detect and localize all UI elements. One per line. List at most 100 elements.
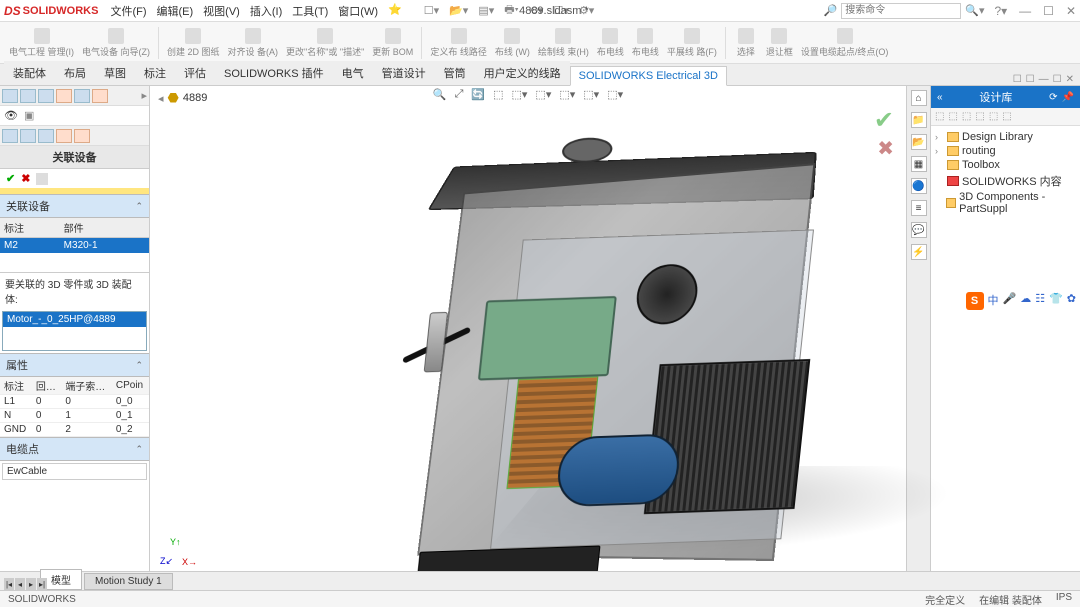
appearance-icon[interactable]: ⬚▾ bbox=[581, 88, 601, 101]
tab-sketch[interactable]: 草图 bbox=[95, 61, 135, 85]
ribbon-update-bom[interactable]: 更新 BOM bbox=[369, 28, 416, 58]
design-lib-collapse-icon[interactable]: « bbox=[937, 92, 943, 103]
scene-icon[interactable]: ⬚▾ bbox=[605, 88, 625, 101]
menu-insert[interactable]: 插入(I) bbox=[250, 3, 282, 19]
tab-user-route[interactable]: 用户定义的线路 bbox=[475, 61, 570, 85]
status-units[interactable]: IPS bbox=[1056, 592, 1072, 607]
dl-tool-4[interactable]: ⬚ bbox=[975, 111, 984, 122]
doc-close-icon[interactable]: ✕ bbox=[1066, 74, 1074, 85]
breadcrumb-model[interactable]: 4889 bbox=[183, 92, 207, 104]
ok-icon[interactable]: ✔ bbox=[6, 172, 15, 185]
menu-file[interactable]: 文件(F) bbox=[110, 3, 146, 19]
menu-view[interactable]: 视图(V) bbox=[203, 3, 240, 19]
selected-part-item[interactable]: Motor_-_0_25HP@4889 bbox=[3, 312, 146, 327]
doc-max-icon[interactable]: ☐ bbox=[1053, 74, 1062, 85]
ribbon-draw-harness[interactable]: 绘制线 束(H) bbox=[535, 28, 592, 58]
cancel-icon[interactable]: ✖ bbox=[21, 172, 30, 185]
confirm-corner-cancel-icon[interactable]: ✖ bbox=[877, 136, 894, 161]
section-related-devices[interactable]: 关联设备 ⌃ bbox=[0, 194, 149, 218]
breadcrumb-back-icon[interactable]: ◂ bbox=[158, 92, 164, 105]
fm-tab2[interactable] bbox=[20, 89, 36, 103]
ribbon-select[interactable]: 选择 bbox=[731, 28, 761, 58]
tab-tubing[interactable]: 管筒 bbox=[435, 61, 475, 85]
ime-menu[interactable]: ✿ bbox=[1067, 292, 1076, 310]
collapse-attr-icon[interactable]: ⌃ bbox=[135, 360, 143, 371]
section-attributes[interactable]: 属性 ⌃ bbox=[0, 353, 149, 377]
fm-tab1[interactable] bbox=[2, 89, 18, 103]
tp-home-icon[interactable]: ⌂ bbox=[911, 90, 927, 106]
ime-toolbar[interactable]: S 中 🎤 ☁ ☷ 👕 ✿ bbox=[962, 290, 1080, 312]
search-input[interactable] bbox=[841, 3, 961, 19]
sogou-icon[interactable]: S bbox=[966, 292, 984, 310]
ribbon-flatten[interactable]: 平展线 路(F) bbox=[664, 28, 720, 58]
menu-window[interactable]: 窗口(W) bbox=[338, 3, 378, 19]
tree-design-library[interactable]: ›Design Library bbox=[935, 130, 1076, 144]
prev-view-icon[interactable]: 🔄 bbox=[469, 88, 487, 101]
cable-item[interactable]: EwCable bbox=[2, 463, 147, 480]
dl-tool-5[interactable]: ⬚ bbox=[989, 111, 998, 122]
bottom-nav-first[interactable]: |◂ bbox=[4, 578, 14, 590]
tp-view-palette-icon[interactable]: ▦ bbox=[911, 156, 927, 172]
doc-min-icon[interactable]: — bbox=[1039, 74, 1049, 85]
fm-expand-icon[interactable]: ▸ bbox=[141, 89, 147, 102]
ribbon-route[interactable]: 布线 (W) bbox=[492, 28, 533, 58]
bottom-nav-prev[interactable]: ◂ bbox=[15, 578, 25, 590]
tab-addins[interactable]: SOLIDWORKS 插件 bbox=[215, 61, 333, 85]
fm-tab4[interactable] bbox=[56, 89, 72, 103]
3d-model[interactable] bbox=[346, 138, 873, 584]
th-part[interactable]: 部件 bbox=[60, 218, 149, 238]
close-icon[interactable]: ✕ bbox=[1066, 4, 1076, 18]
doc-cascade-icon[interactable]: ☐ bbox=[1013, 74, 1022, 85]
tab-layout[interactable]: 布局 bbox=[55, 61, 95, 85]
tree-3d-components[interactable]: 3D Components - PartSuppl bbox=[935, 190, 1076, 216]
bottom-tab-motion[interactable]: Motion Study 1 bbox=[84, 573, 173, 590]
selected-parts-list[interactable]: Motor_-_0_25HP@4889 bbox=[2, 311, 147, 351]
dl-tool-1[interactable]: ⬚ bbox=[935, 111, 944, 122]
design-lib-pin-icon[interactable]: 📌 bbox=[1062, 92, 1074, 103]
tp-custom-props-icon[interactable]: ≡ bbox=[911, 200, 927, 216]
ribbon-define-route[interactable]: 定义布 线路径 bbox=[427, 28, 490, 58]
fm-tab-b3[interactable] bbox=[38, 129, 54, 143]
attr-h3[interactable]: 端子索… bbox=[61, 377, 112, 395]
tab-assembly[interactable]: 装配体 bbox=[4, 61, 55, 85]
dl-tool-6[interactable]: ⬚ bbox=[1002, 111, 1011, 122]
tp-file-explorer-icon[interactable]: 📂 bbox=[911, 134, 927, 150]
tp-elec-icon[interactable]: ⚡ bbox=[911, 244, 927, 260]
minimize-icon[interactable]: — bbox=[1019, 4, 1031, 18]
ime-skin[interactable]: 👕 bbox=[1049, 292, 1063, 310]
tree-sw-content[interactable]: SOLIDWORKS 内容 bbox=[935, 172, 1076, 190]
fm-tab-b2[interactable] bbox=[20, 129, 36, 143]
fm-tab3[interactable] bbox=[38, 89, 54, 103]
ribbon-clearance[interactable]: 退让框 bbox=[763, 28, 796, 58]
attr-row-3[interactable]: GND020_2 bbox=[0, 423, 149, 437]
bottom-nav-next[interactable]: ▸ bbox=[26, 578, 36, 590]
fm-tab-b4[interactable] bbox=[56, 129, 72, 143]
display-style-icon[interactable]: ⬚▾ bbox=[533, 88, 553, 101]
ime-punct[interactable]: 🎤 bbox=[1003, 292, 1017, 310]
zoom-fit-icon[interactable]: 🔍 bbox=[431, 88, 449, 101]
dl-tool-3[interactable]: ⬚ bbox=[962, 111, 971, 122]
bottom-nav-last[interactable]: ▸| bbox=[37, 578, 47, 590]
view-triad[interactable]: Y↑ X→ Z↙ bbox=[160, 537, 190, 567]
tp-forum-icon[interactable]: 💬 bbox=[911, 222, 927, 238]
pin-icon[interactable] bbox=[36, 173, 48, 185]
search-dropdown-icon[interactable]: 🔍▾ bbox=[965, 4, 984, 17]
tree-routing[interactable]: ›routing bbox=[935, 144, 1076, 158]
ribbon-wire2[interactable]: 布电线 bbox=[629, 28, 662, 58]
new-icon[interactable]: ☐▾ bbox=[422, 4, 441, 17]
ime-cloud[interactable]: ☁ bbox=[1020, 292, 1031, 310]
attr-row-1[interactable]: L1000_0 bbox=[0, 395, 149, 409]
help-icon[interactable]: ?▾ bbox=[994, 4, 1007, 18]
collapse-icon[interactable]: ⌃ bbox=[135, 201, 143, 212]
open-icon[interactable]: 📂▾ bbox=[447, 4, 470, 17]
section-cable[interactable]: 电缆点 ⌃ bbox=[0, 437, 149, 461]
ribbon-elec-proj[interactable]: 电气工程 管理(I) bbox=[6, 28, 77, 58]
attr-h2[interactable]: 回… bbox=[32, 377, 61, 395]
maximize-icon[interactable]: ☐ bbox=[1043, 4, 1054, 18]
fm-tab-b1[interactable] bbox=[2, 129, 18, 143]
zoom-area-icon[interactable]: ⤢ bbox=[453, 88, 466, 101]
section-view-icon[interactable]: ⬚ bbox=[491, 88, 505, 101]
print-icon[interactable]: 🖶▾ bbox=[502, 1, 520, 20]
dl-tool-2[interactable]: ⬚ bbox=[948, 111, 957, 122]
fm-filter-icon[interactable]: ▣ bbox=[24, 109, 38, 123]
